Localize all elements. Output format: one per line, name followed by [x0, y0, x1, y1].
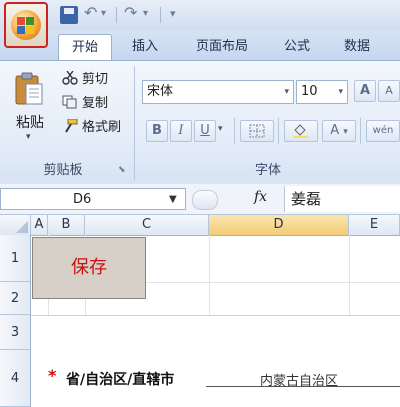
- font-name-value: 宋体: [147, 84, 174, 99]
- copy-label: 复制: [82, 96, 109, 111]
- province-label: 省/自治区/直辖市: [66, 372, 175, 388]
- column-header-b[interactable]: B: [48, 215, 85, 235]
- format-painter-button[interactable]: 格式刷: [62, 118, 121, 138]
- chevron-down-icon: ▾: [343, 127, 348, 137]
- scissors-icon: [62, 70, 78, 85]
- expand-handle[interactable]: [192, 190, 218, 210]
- row-header-2[interactable]: 2: [0, 282, 31, 315]
- format-painter-icon: [62, 118, 78, 133]
- gridline: [31, 315, 400, 316]
- font-size-select[interactable]: 10 ▾: [296, 80, 348, 104]
- gridline: [209, 235, 210, 315]
- shrink-font-button[interactable]: A: [378, 80, 400, 102]
- save-icon[interactable]: [60, 6, 78, 24]
- font-color-label: A: [330, 123, 340, 138]
- cut-label: 剪切: [82, 72, 109, 87]
- clipboard-group-label: 剪贴板: [43, 163, 83, 178]
- chevron-down-icon: ▾: [338, 87, 343, 97]
- italic-button[interactable]: I: [170, 120, 192, 142]
- required-mark: *: [48, 366, 57, 385]
- row-header-3[interactable]: 3: [0, 315, 31, 350]
- name-box[interactable]: D6 ▼: [0, 188, 186, 210]
- group-separator: [134, 66, 135, 180]
- row-header-4[interactable]: 4: [0, 350, 31, 407]
- redo-icon[interactable]: ↷: [124, 3, 137, 22]
- underline-dropdown-icon[interactable]: ▾: [218, 124, 223, 134]
- formula-input[interactable]: 姜磊: [284, 186, 400, 212]
- cut-button[interactable]: 剪切: [62, 70, 108, 90]
- province-value: 内蒙古自治区: [260, 374, 339, 389]
- fill-color-button[interactable]: [284, 120, 318, 142]
- borders-icon: [249, 124, 265, 138]
- office-logo-icon: [11, 10, 41, 40]
- bold-button[interactable]: B: [146, 120, 168, 142]
- tab-insert[interactable]: 插入: [120, 34, 170, 60]
- separator: [116, 7, 117, 23]
- paste-button-label[interactable]: 粘贴: [16, 112, 44, 132]
- separator: [278, 118, 279, 144]
- tab-formulas[interactable]: 公式: [272, 34, 322, 60]
- separator: [360, 118, 361, 144]
- redo-dropdown-icon[interactable]: ▾: [143, 8, 148, 19]
- row-header-1[interactable]: 1: [0, 235, 31, 282]
- paste-dropdown-icon[interactable]: ▾: [26, 132, 31, 142]
- dialog-launcher-icon[interactable]: ⬊: [118, 165, 126, 175]
- corner-triangle-icon: [16, 221, 28, 233]
- borders-button[interactable]: [240, 120, 274, 142]
- column-header-e[interactable]: E: [349, 215, 400, 235]
- underline-button[interactable]: U: [194, 120, 216, 142]
- font-color-button[interactable]: A ▾: [322, 120, 356, 142]
- font-group-label: 字体: [254, 163, 281, 178]
- chevron-down-icon: ▾: [284, 87, 289, 97]
- save-button[interactable]: 保存: [32, 237, 146, 299]
- gridline: [349, 235, 350, 315]
- font-name-select[interactable]: 宋体 ▾: [142, 80, 294, 104]
- insert-function-button[interactable]: fx: [254, 189, 267, 205]
- grow-font-button[interactable]: A: [354, 80, 376, 102]
- format-painter-label: 格式刷: [82, 120, 122, 135]
- chevron-down-icon: ▼: [169, 194, 177, 205]
- column-header-a[interactable]: A: [31, 215, 48, 235]
- tab-data[interactable]: 数据: [332, 34, 382, 60]
- formula-controls: fx: [190, 188, 280, 210]
- undo-icon[interactable]: ↶: [84, 3, 97, 22]
- customize-toolbar-icon[interactable]: ▾: [170, 7, 176, 20]
- tab-page-layout[interactable]: 页面布局: [182, 34, 262, 60]
- cell-reference: D6: [73, 192, 92, 207]
- phonetic-guide-button[interactable]: wén: [366, 120, 400, 142]
- undo-dropdown-icon[interactable]: ▾: [101, 8, 106, 19]
- font-size-value: 10: [301, 84, 318, 99]
- paint-bucket-icon: [294, 124, 308, 138]
- column-header-d[interactable]: D: [209, 215, 349, 235]
- copy-button[interactable]: 复制: [62, 94, 108, 114]
- separator: [160, 7, 161, 23]
- column-header-c[interactable]: C: [85, 215, 209, 235]
- province-input[interactable]: 内蒙古自治区: [206, 368, 400, 389]
- select-all-corner[interactable]: [0, 215, 31, 235]
- separator: [234, 118, 235, 144]
- copy-icon: [62, 95, 78, 109]
- office-button[interactable]: [4, 2, 48, 48]
- tab-home[interactable]: 开始: [58, 34, 112, 62]
- paste-icon[interactable]: [14, 72, 44, 106]
